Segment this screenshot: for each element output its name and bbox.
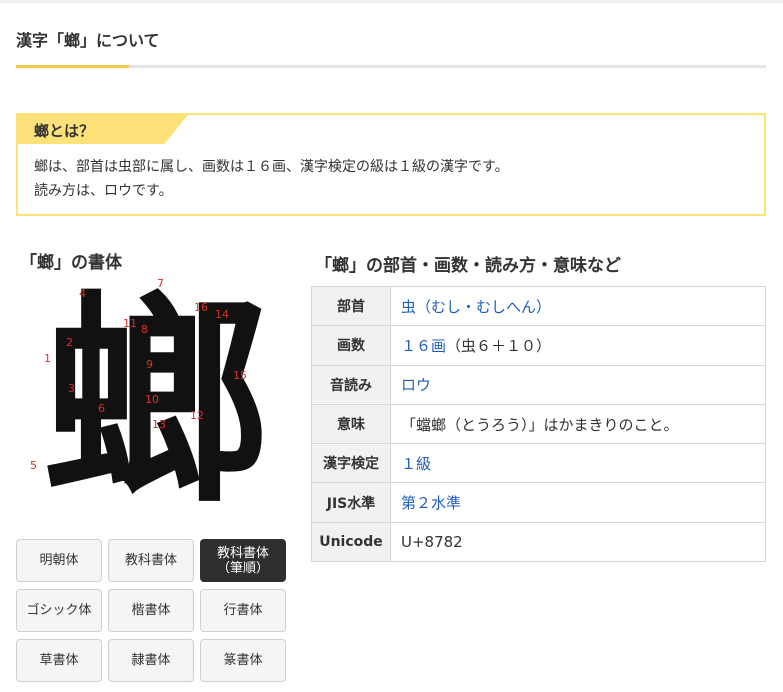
stroke-number-8: 8 — [141, 323, 148, 336]
font-button-gothic[interactable]: ゴシック体 — [16, 589, 102, 632]
table-row-onyomi: 音読み ロウ — [311, 364, 766, 405]
stroke-number-13: 13 — [152, 418, 166, 431]
kanken-label: 漢字検定 — [311, 443, 391, 484]
stroke-number-11: 11 — [123, 317, 137, 330]
stroke-number-15: 15 — [233, 369, 247, 382]
imi-text: 「蟷螂（とうろう）」はかまきりのこと。 — [390, 403, 766, 445]
kanken-link[interactable]: １級 — [401, 455, 431, 473]
bushu-link[interactable]: 虫（むし・むしへん） — [401, 298, 551, 316]
kakusu-label: 画数 — [311, 325, 391, 366]
table-row-kanken: 漢字検定 １級 — [311, 443, 766, 484]
stroke-number-3: 3 — [68, 382, 75, 395]
onyomi-cell: ロウ — [390, 364, 766, 405]
jis-link[interactable]: 第２水準 — [401, 494, 461, 512]
stroke-number-2: 2 — [66, 336, 73, 349]
about-box: 螂とは？ 螂は、部首は虫部に属し、画数は１６画、漢字検定の級は１級の漢字です。 … — [16, 113, 766, 216]
kanken-cell: １級 — [390, 443, 766, 484]
kakusu-breakdown: （虫６＋１０） — [446, 336, 552, 355]
font-button-kaisho[interactable]: 楷書体 — [108, 589, 194, 632]
kanji-info-table: 部首 虫（むし・むしへん） 画数 １６画（虫６＋１０） 音読み ロウ 意味 「蟷… — [311, 285, 766, 563]
about-title: 螂とは？ — [34, 122, 95, 140]
stroke-number-12: 12 — [190, 409, 204, 422]
font-button-reisho[interactable]: 隷書体 — [108, 639, 194, 682]
bushu-label: 部首 — [311, 285, 391, 327]
stroke-number-14: 14 — [215, 308, 229, 321]
stroke-number-16: 16 — [194, 301, 208, 314]
jis-cell: 第２水準 — [390, 482, 766, 523]
unicode-value: U+8782 — [390, 521, 766, 563]
font-button-gyosho[interactable]: 行書体 — [200, 589, 286, 632]
info-table-title: 「螂」の部首・画数・読み方・意味など — [315, 256, 621, 276]
onyomi-link[interactable]: ロウ — [401, 376, 431, 394]
font-button-tensho[interactable]: 篆書体 — [200, 639, 286, 682]
font-button-mincho[interactable]: 明朝体 — [16, 539, 102, 582]
onyomi-label: 音読み — [311, 364, 391, 405]
kakusu-cell: １６画（虫６＋１０） — [390, 325, 766, 366]
about-body: 螂は、部首は虫部に属し、画数は１６画、漢字検定の級は１級の漢字です。 読み方は、… — [18, 145, 764, 203]
font-button-kyokasho[interactable]: 教科書体 — [108, 539, 194, 582]
jis-label: JIS水準 — [311, 482, 391, 523]
shotai-title: 「螂」の書体 — [20, 253, 122, 273]
font-button-sosho[interactable]: 草書体 — [16, 639, 102, 682]
table-row-bushu: 部首 虫（むし・むしへん） — [311, 285, 766, 327]
stroke-number-7: 7 — [157, 277, 164, 290]
unicode-label: Unicode — [311, 521, 391, 563]
section-header: 漢字「螂」について — [16, 30, 766, 68]
title-underline — [16, 65, 129, 68]
about-line-1: 螂は、部首は虫部に属し、画数は１６画、漢字検定の級は１級の漢字です。 — [34, 159, 509, 175]
table-row-unicode: Unicode U+8782 — [311, 521, 766, 563]
stroke-number-6: 6 — [98, 402, 105, 415]
top-border — [0, 0, 783, 3]
kanji-stroke-order-display: 螂 1 2 3 4 5 6 7 8 9 10 11 12 13 14 15 16 — [26, 270, 286, 534]
table-row-kakusu: 画数 １６画（虫６＋１０） — [311, 325, 766, 366]
table-row-jis: JIS水準 第２水準 — [311, 482, 766, 523]
imi-label: 意味 — [311, 403, 391, 445]
stroke-number-4: 4 — [79, 287, 86, 300]
kakusu-link[interactable]: １６画 — [401, 337, 446, 355]
stroke-number-9: 9 — [146, 358, 153, 371]
stroke-number-5: 5 — [30, 459, 37, 472]
stroke-number-10: 10 — [145, 393, 159, 406]
kanji-svg: 螂 1 2 3 4 5 6 7 8 9 10 11 12 13 14 15 16 — [30, 270, 269, 534]
about-line-2: 読み方は、ロウです。 — [34, 183, 173, 199]
about-header: 螂とは？ — [18, 115, 764, 145]
table-row-imi: 意味 「蟷螂（とうろう）」はかまきりのこと。 — [311, 403, 766, 445]
font-button-kyokasho-stroke-order[interactable]: 教科書体 （筆順） — [200, 539, 286, 582]
page-title: 漢字「螂」について — [16, 31, 160, 50]
bushu-cell: 虫（むし・むしへん） — [390, 285, 766, 327]
stroke-number-1: 1 — [44, 352, 51, 365]
